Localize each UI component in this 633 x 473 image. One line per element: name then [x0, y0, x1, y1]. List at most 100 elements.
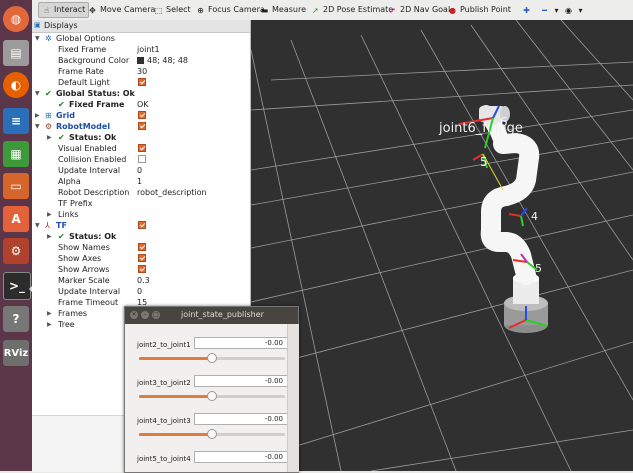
- tree-row-marker-scale[interactable]: Marker Scale 0.3: [32, 275, 250, 286]
- expand-arrow-icon: ▶: [47, 310, 52, 317]
- tree-row-robot-model[interactable]: ▼ ⚙ RobotModel: [32, 121, 250, 132]
- tree-row-fixed-frame-status[interactable]: ✔ Fixed Frame OK: [32, 99, 250, 110]
- tree-row-tf-update-interval[interactable]: Update Interval 0: [32, 286, 250, 297]
- jsp-titlebar[interactable]: ✕ – □ joint_state_publisher: [125, 307, 298, 324]
- tree-row-collision-enabled[interactable]: Collision Enabled: [32, 154, 250, 165]
- writer-icon[interactable]: ≡: [3, 108, 29, 134]
- pose-estimate-label: 2D Pose Estimate: [323, 5, 394, 14]
- show-arrows-checkbox[interactable]: [138, 265, 146, 273]
- tree-row-show-arrows[interactable]: Show Arrows: [32, 264, 250, 275]
- maximize-icon[interactable]: □: [152, 311, 160, 319]
- joint-value-field[interactable]: -0.00: [194, 413, 288, 425]
- expand-arrow-icon: ▶: [47, 134, 52, 141]
- tool-options-button[interactable]: ◉ ▾: [564, 3, 585, 17]
- tree-row-fixed-frame[interactable]: Fixed Frame joint1: [32, 44, 250, 55]
- software-center-icon[interactable]: A: [3, 206, 29, 232]
- focus-camera-icon: ⊕: [197, 5, 204, 15]
- move-camera-label: Move Camera: [100, 5, 156, 14]
- slider-knob[interactable]: [207, 391, 217, 401]
- joint-value-field[interactable]: -0.00: [194, 451, 288, 463]
- rviz-icon-label: RViz: [3, 347, 29, 359]
- robot-model-checkbox[interactable]: [138, 122, 146, 130]
- file-cabinet-icon[interactable]: ▤: [3, 40, 29, 66]
- measure-tool[interactable]: ▬ Measure: [260, 3, 306, 17]
- calc-icon[interactable]: ▦: [3, 141, 29, 167]
- interact-tool[interactable]: ☝ Interact: [38, 2, 90, 18]
- default-light-checkbox[interactable]: [138, 78, 146, 86]
- tree-row-links[interactable]: ▶ Links: [32, 209, 250, 220]
- 3d-viewport[interactable]: joint6_flange 6 5 4 5: [251, 20, 633, 471]
- alpha-value[interactable]: 1: [137, 176, 142, 187]
- tree-row-tf-prefix[interactable]: TF Prefix: [32, 198, 250, 209]
- joint-slider[interactable]: [139, 391, 285, 401]
- ubuntu-dash-icon[interactable]: ◍: [3, 6, 29, 32]
- tree-row-update-interval[interactable]: Update Interval 0: [32, 165, 250, 176]
- expand-arrow-icon: ▼: [35, 90, 40, 97]
- robot-description-value[interactable]: robot_description: [137, 187, 207, 198]
- terminal-icon[interactable]: >_: [3, 272, 31, 300]
- nav-goal-icon: ➚: [389, 5, 396, 15]
- expand-arrow-icon: ▶: [47, 233, 52, 240]
- fixed-frame-value[interactable]: joint1: [137, 44, 160, 55]
- tf-status-label: Status: Ok: [69, 232, 117, 241]
- expand-arrow-icon: ▶: [35, 112, 40, 119]
- add-tool-button[interactable]: ✚: [522, 3, 531, 17]
- frame-rate-value[interactable]: 30: [137, 66, 147, 77]
- firefox-icon[interactable]: ◐: [3, 72, 29, 98]
- color-swatch[interactable]: 48; 48; 48: [137, 55, 188, 66]
- show-axes-label: Show Axes: [58, 254, 102, 263]
- publish-point-icon: ●: [449, 5, 456, 15]
- focus-camera-tool[interactable]: ⊕ Focus Camera: [196, 3, 265, 17]
- tree-row-grid[interactable]: ▶ ⊞ Grid: [32, 110, 250, 121]
- publish-point-tool[interactable]: ● Publish Point: [448, 3, 511, 17]
- slider-knob[interactable]: [207, 353, 217, 363]
- joint-name: joint2_to_joint1: [137, 341, 191, 349]
- close-icon[interactable]: ✕: [130, 311, 138, 319]
- collision-enabled-checkbox[interactable]: [138, 155, 146, 163]
- jsp-title-text: joint_state_publisher: [181, 310, 264, 319]
- interact-label: Interact: [54, 5, 86, 14]
- tf-update-interval-value[interactable]: 0: [137, 286, 142, 297]
- remove-tool-button[interactable]: ━ ▾: [540, 3, 561, 17]
- displays-icon: ▣: [34, 21, 41, 29]
- tree-row-alpha[interactable]: Alpha 1: [32, 176, 250, 187]
- tree-row-show-axes[interactable]: Show Axes: [32, 253, 250, 264]
- joint-slider[interactable]: [139, 429, 285, 439]
- show-axes-checkbox[interactable]: [138, 254, 146, 262]
- tree-row-rm-status[interactable]: ▶ ✔ Status: Ok: [32, 132, 250, 143]
- pose-estimate-tool[interactable]: ➚ 2D Pose Estimate: [311, 3, 393, 17]
- jsp-scrollbar[interactable]: [287, 324, 299, 472]
- tf-checkbox[interactable]: [138, 221, 146, 229]
- tree-row-tf-status[interactable]: ▶ ✔ Status: Ok: [32, 231, 250, 242]
- move-camera-tool[interactable]: ✥ Move Camera: [88, 3, 155, 17]
- grid-checkbox[interactable]: [138, 111, 146, 119]
- marker-scale-value[interactable]: 0.3: [137, 275, 150, 286]
- tree-row-default-light[interactable]: Default Light: [32, 77, 250, 88]
- tree-row-background-color[interactable]: Background Color 48; 48; 48: [32, 55, 250, 66]
- minimize-icon[interactable]: –: [141, 311, 149, 319]
- joint-value-field[interactable]: -0.00: [194, 337, 288, 349]
- select-tool[interactable]: ⬚ Select: [154, 3, 191, 17]
- visual-enabled-checkbox[interactable]: [138, 144, 146, 152]
- joint-value-field[interactable]: -0.00: [194, 375, 288, 387]
- frame-label-joint6-flange: joint6_flange: [438, 121, 523, 136]
- impress-icon[interactable]: ▭: [3, 173, 29, 199]
- help-icon[interactable]: ?: [3, 306, 29, 332]
- nav-goal-tool[interactable]: ➚ 2D Nav Goal: [388, 3, 450, 17]
- slider-knob[interactable]: [207, 429, 217, 439]
- tree-row-visual-enabled[interactable]: Visual Enabled: [32, 143, 250, 154]
- settings-icon[interactable]: ⚙: [3, 238, 29, 264]
- joint-slider[interactable]: [139, 353, 285, 363]
- check-icon: ✔: [58, 100, 65, 109]
- ubuntu-launcher: ◍ ▤ ◐ ≡ ▦ ▭ A ⚙ >_ ? RViz: [0, 0, 33, 471]
- tree-row-global-options[interactable]: ▼ ✲ Global Options: [32, 33, 250, 44]
- tree-row-global-status[interactable]: ▼ ✔ Global Status: Ok: [32, 88, 250, 99]
- tree-row-frame-rate[interactable]: Frame Rate 30: [32, 66, 250, 77]
- rviz-icon[interactable]: RViz: [3, 340, 29, 366]
- tree-row-tf[interactable]: ▼ ⅄ TF: [32, 220, 250, 231]
- tree-row-robot-description[interactable]: Robot Description robot_description: [32, 187, 250, 198]
- tree-row-show-names[interactable]: Show Names: [32, 242, 250, 253]
- show-names-checkbox[interactable]: [138, 243, 146, 251]
- ground-grid: [251, 20, 633, 471]
- update-interval-value[interactable]: 0: [137, 165, 142, 176]
